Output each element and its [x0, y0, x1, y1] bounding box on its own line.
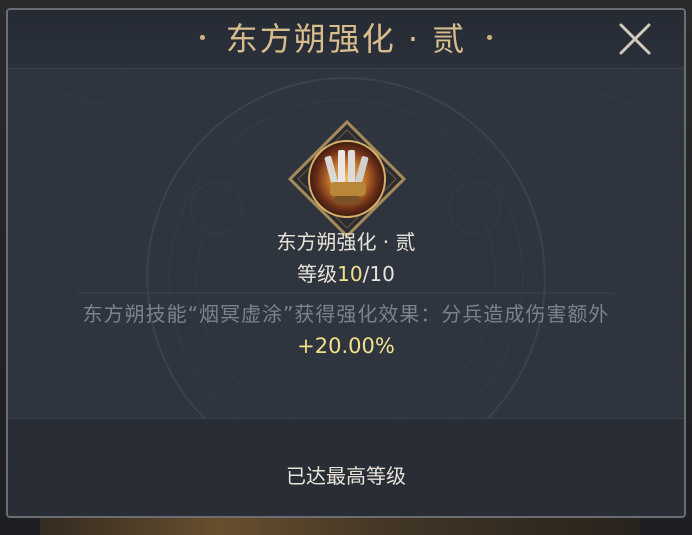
level-label: 等级 — [297, 262, 338, 286]
dialog-title: 东方朔强化 · 贰 — [225, 20, 467, 58]
title-left-dot-icon: • — [197, 28, 208, 49]
title-group: • 东方朔强化 · 贰 • — [8, 10, 684, 68]
skill-gauntlet-icon — [286, 118, 408, 240]
close-icon — [619, 23, 651, 55]
enhancement-dialog: • 东方朔强化 · 贰 • 东方朔强化 · 贰 等级10/10 东方朔技能“烟冥… — [6, 8, 686, 518]
title-right-dot-icon: • — [484, 28, 495, 49]
backdrop-glow — [40, 515, 640, 535]
dialog-header: • 东方朔强化 · 贰 • — [8, 10, 684, 69]
level-current: 10 — [337, 262, 363, 286]
max-level-status: 已达最高等级 — [286, 464, 406, 488]
skill-description: 东方朔技能“烟冥虚涂”获得强化效果：分兵造成伤害额外 — [82, 302, 610, 326]
skill-bonus-value: +20.00% — [297, 334, 395, 358]
skill-level: 等级10/10 — [8, 262, 684, 286]
level-max: 10 — [369, 262, 395, 286]
close-button[interactable] — [616, 20, 654, 58]
dialog-footer: 已达最高等级 — [8, 418, 684, 516]
skill-name: 东方朔强化 · 贰 — [276, 230, 416, 254]
